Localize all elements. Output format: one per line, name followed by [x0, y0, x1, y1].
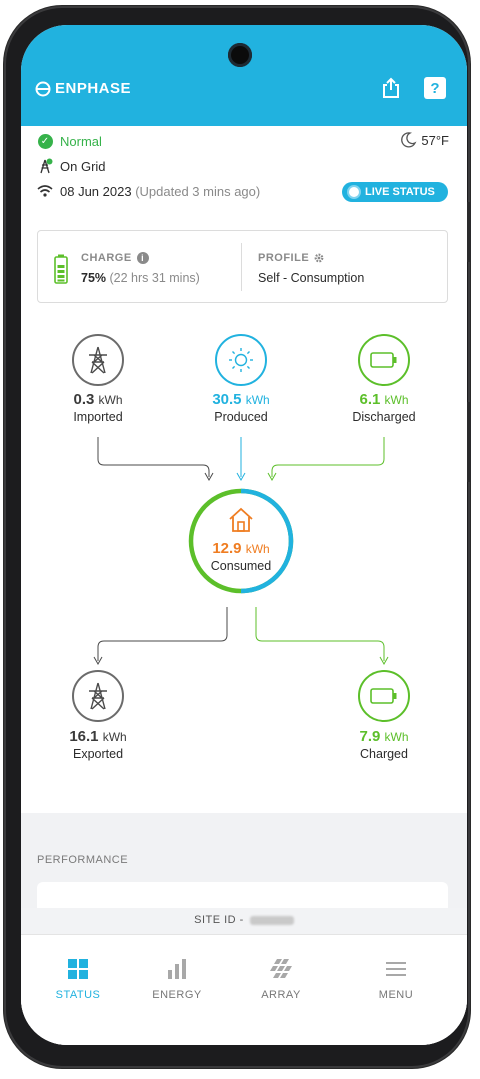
produced-node[interactable] [215, 334, 267, 386]
menu-icon [356, 957, 436, 981]
phone-frame: ENPHASE ? ✓ Normal On Grid 08 Jun 2023 (… [4, 6, 471, 1068]
site-id-redacted [249, 915, 294, 925]
nav-energy[interactable]: ENERGY [137, 957, 217, 1001]
site-id-bar: SITE ID - [21, 908, 467, 934]
battery-icon [370, 352, 397, 368]
performance-title: PERFORMANCE [37, 854, 129, 866]
nav-status-label: STATUS [55, 989, 101, 1001]
array-icon [241, 957, 321, 981]
imported-node[interactable] [72, 334, 124, 386]
nav-menu[interactable]: MENU [356, 957, 436, 1001]
exported-node[interactable] [72, 670, 124, 722]
grid-tower-icon [89, 346, 107, 374]
bar-chart-icon [137, 957, 217, 981]
nav-status[interactable]: STATUS [38, 957, 118, 1001]
site-id-label: SITE ID - [194, 914, 244, 926]
nav-energy-label: ENERGY [152, 989, 202, 1001]
grid-tower-icon [89, 682, 107, 710]
charged-node[interactable] [358, 670, 410, 722]
front-camera [228, 43, 252, 67]
consumed-label: 12.9 kWh Consumed [187, 487, 295, 595]
bottom-nav: STATUS ENERGY ARRAY MENU [21, 934, 467, 1045]
battery-icon [370, 688, 397, 704]
charged-label: 7.9 kWh Charged [359, 728, 409, 761]
discharged-label: 6.1 kWh Discharged [352, 391, 416, 424]
nav-menu-label: MENU [378, 989, 414, 1001]
app-screen: ENPHASE ? ✓ Normal On Grid 08 Jun 2023 (… [21, 25, 467, 1045]
grid-icon [38, 957, 118, 981]
sun-icon [229, 348, 253, 372]
discharged-node[interactable] [358, 334, 410, 386]
house-icon [229, 507, 253, 532]
exported-label: 16.1 kWh Exported [69, 728, 127, 761]
produced-label: 30.5 kWh Produced [212, 391, 270, 424]
nav-array-label: ARRAY [261, 989, 301, 1001]
imported-label: 0.3 kWh Imported [73, 391, 123, 424]
nav-array[interactable]: ARRAY [241, 957, 321, 1001]
